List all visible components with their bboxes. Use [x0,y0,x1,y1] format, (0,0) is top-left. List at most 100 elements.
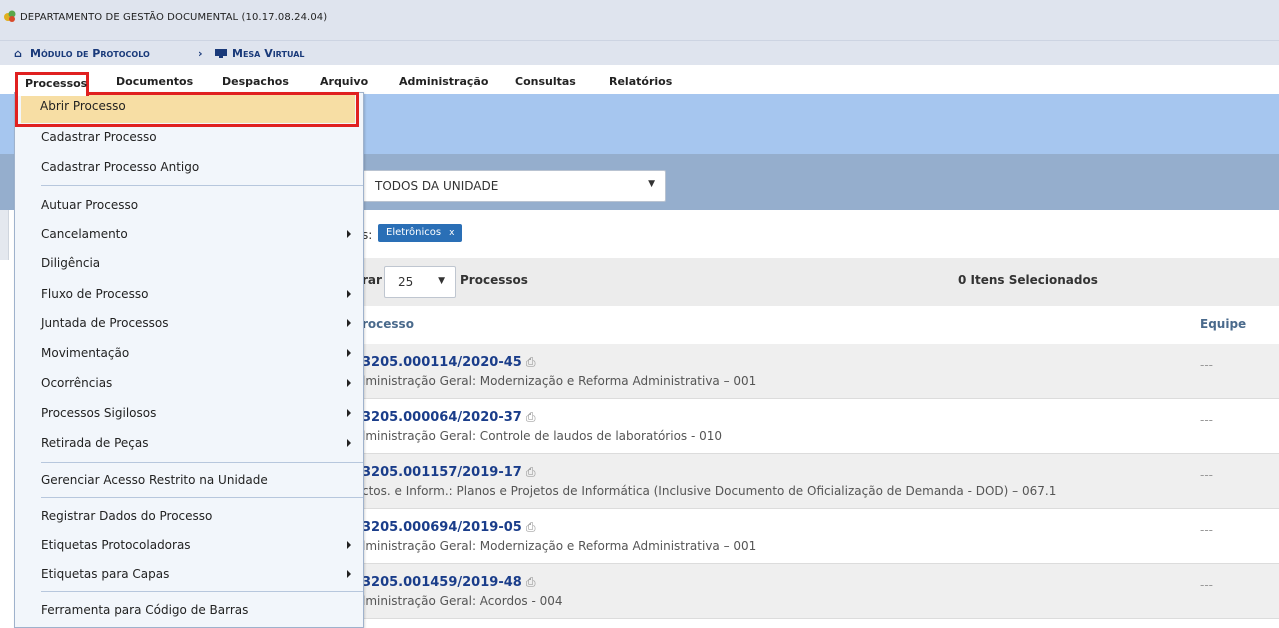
document-icon[interactable]: ⎙ [526,575,536,589]
process-number-text[interactable]: 3205.000064/2020-37 [362,410,522,425]
home-icon[interactable]: ⌂ [14,47,22,60]
process-number-text[interactable]: 3205.000114/2020-45 [362,355,522,370]
submenu-arrow-icon [347,409,351,417]
column-equipe[interactable]: Equipe [1200,317,1246,331]
process-subject: lministração Geral: Controle de laudos d… [362,429,723,443]
chevron-down-icon: ▼ [438,276,445,286]
processos-dropdown-menu: Cadastrar Processo Cadastrar Processo An… [14,92,364,628]
left-sidebar-edge [0,210,9,260]
menu-item-label: Cancelamento [41,227,128,241]
page-size-select[interactable]: 25 ▼ [384,266,456,298]
menu-item-cadastrar-processo-antigo[interactable]: Cadastrar Processo Antigo [15,153,363,181]
submenu-arrow-icon [347,379,351,387]
table-row[interactable]: 3205.001459/2019-48 ⎙ lministração Geral:… [362,564,1279,619]
menu-item-label: Juntada de Processos [41,316,169,330]
menu-despachos[interactable]: Despachos [222,75,289,88]
menu-item-label: Ferramenta para Código de Barras [41,603,249,617]
menu-separator [41,497,363,498]
menu-documentos[interactable]: Documentos [116,75,193,88]
submenu-arrow-icon [347,349,351,357]
logo-icon [4,10,16,22]
menu-item-retirada-de-pecas[interactable]: Retirada de Peças [15,429,363,457]
process-number-text[interactable]: 3205.001459/2019-48 [362,575,522,590]
process-subject: ctos. e Inform.: Planos e Projetos de In… [362,484,1057,498]
menu-processos-label: Processos [25,77,88,90]
menu-item-label: Cadastrar Processo Antigo [41,160,200,174]
process-number[interactable]: 3205.001157/2019-17 ⎙ [362,465,535,480]
menu-item-label: Registrar Dados do Processo [41,509,213,523]
submenu-arrow-icon [347,541,351,549]
page-size-value: 25 [398,275,414,289]
breadcrumb: ⌂ Módulo de Protocolo › Mesa Virtual [0,40,1279,65]
team-value: --- [1200,523,1213,537]
menu-item-etiquetas-para-capas[interactable]: Etiquetas para Capas [15,560,363,588]
menu-item-registrar-dados[interactable]: Registrar Dados do Processo [15,502,363,530]
table-row[interactable]: 3205.000694/2019-05 ⎙ lministração Geral:… [362,509,1279,564]
menu-consultas[interactable]: Consultas [515,75,576,88]
document-icon[interactable]: ⎙ [526,355,536,369]
chevron-down-icon: ▼ [648,179,655,189]
table-row[interactable]: 3205.000114/2020-45 ⎙ lministração Geral:… [362,344,1279,399]
menu-item-label: Cadastrar Processo [41,130,157,144]
menu-item-etiquetas-protocoladoras[interactable]: Etiquetas Protocoladoras [15,531,363,559]
menu-item-ferramenta-codigo-barras[interactable]: Ferramenta para Código de Barras [15,596,363,624]
menu-item-fluxo-de-processo[interactable]: Fluxo de Processo [15,280,363,308]
menu-item-gerenciar-acesso-restrito[interactable]: Gerenciar Acesso Restrito na Unidade [15,466,363,494]
menu-item-juntada-de-processos[interactable]: Juntada de Processos [15,309,363,337]
process-number[interactable]: 3205.000114/2020-45 ⎙ [362,355,535,370]
document-icon[interactable]: ⎙ [526,465,536,479]
process-number-text[interactable]: 3205.001157/2019-17 [362,465,522,480]
menu-separator [41,185,363,186]
menu-processos[interactable]: Processos [15,72,89,96]
team-value: --- [1200,468,1213,482]
team-value: --- [1200,413,1213,427]
submenu-arrow-icon [347,570,351,578]
menu-item-cadastrar-processo[interactable]: Cadastrar Processo [15,123,363,151]
document-icon[interactable]: ⎙ [526,520,536,534]
menu-item-movimentacao[interactable]: Movimentação [15,339,363,367]
menu-item-processos-sigilosos[interactable]: Processos Sigilosos [15,399,363,427]
team-value: --- [1200,578,1213,592]
process-number[interactable]: 3205.001459/2019-48 ⎙ [362,575,535,590]
breadcrumb-module[interactable]: Módulo de Protocolo [30,47,150,60]
submenu-arrow-icon [347,319,351,327]
annotation-highlight [15,92,359,127]
unit-filter-value: TODOS DA UNIDADE [375,179,499,193]
table-header: rocesso Equipe [362,306,1279,345]
table-row[interactable]: 3205.000064/2020-37 ⎙ lministração Geral:… [362,399,1279,454]
menu-item-diligencia[interactable]: Diligência [15,249,363,277]
column-processo[interactable]: rocesso [362,317,414,331]
process-number[interactable]: 3205.000064/2020-37 ⎙ [362,410,535,425]
menu-item-label: Etiquetas para Capas [41,567,170,581]
process-subject: lministração Geral: Acordos - 004 [362,594,563,608]
process-subject: lministração Geral: Modernização e Refor… [362,374,757,388]
unit-filter-select[interactable]: TODOS DA UNIDADE ▼ [362,170,666,202]
submenu-arrow-icon [347,439,351,447]
menu-item-label: Processos Sigilosos [41,406,157,420]
filter-chip-label: Eletrônicos [386,227,442,238]
menu-item-label: Movimentação [41,346,130,360]
close-icon[interactable]: x [449,228,454,238]
selected-count: 0 Itens Selecionados [958,273,1098,287]
menu-arquivo[interactable]: Arquivo [320,75,368,88]
menu-item-label: Ocorrências [41,376,113,390]
team-value: --- [1200,358,1213,372]
menu-item-label: Gerenciar Acesso Restrito na Unidade [41,473,268,487]
monitor-icon [215,49,227,58]
menu-item-ocorrencias[interactable]: Ocorrências [15,369,363,397]
breadcrumb-page[interactable]: Mesa Virtual [232,47,304,60]
process-number-text[interactable]: 3205.000694/2019-05 [362,520,522,535]
menu-item-cancelamento[interactable]: Cancelamento [15,220,363,248]
document-icon[interactable]: ⎙ [526,410,536,424]
submenu-arrow-icon [347,230,351,238]
table-row[interactable]: 3205.001157/2019-17 ⎙ ctos. e Inform.: Pl… [362,454,1279,509]
menu-relatorios[interactable]: Relatórios [609,75,672,88]
process-subject: lministração Geral: Modernização e Refor… [362,539,757,553]
menu-item-label: Autuar Processo [41,198,139,212]
menu-administracao[interactable]: Administração [399,75,488,88]
system-header: DEPARTAMENTO DE GESTÃO DOCUMENTAL (10.17… [0,0,1279,40]
process-number[interactable]: 3205.000694/2019-05 ⎙ [362,520,535,535]
filter-chip-eletronicos[interactable]: Eletrônicos x [378,224,463,242]
menu-item-autuar-processo[interactable]: Autuar Processo [15,191,363,219]
show-label: rar [362,273,382,287]
